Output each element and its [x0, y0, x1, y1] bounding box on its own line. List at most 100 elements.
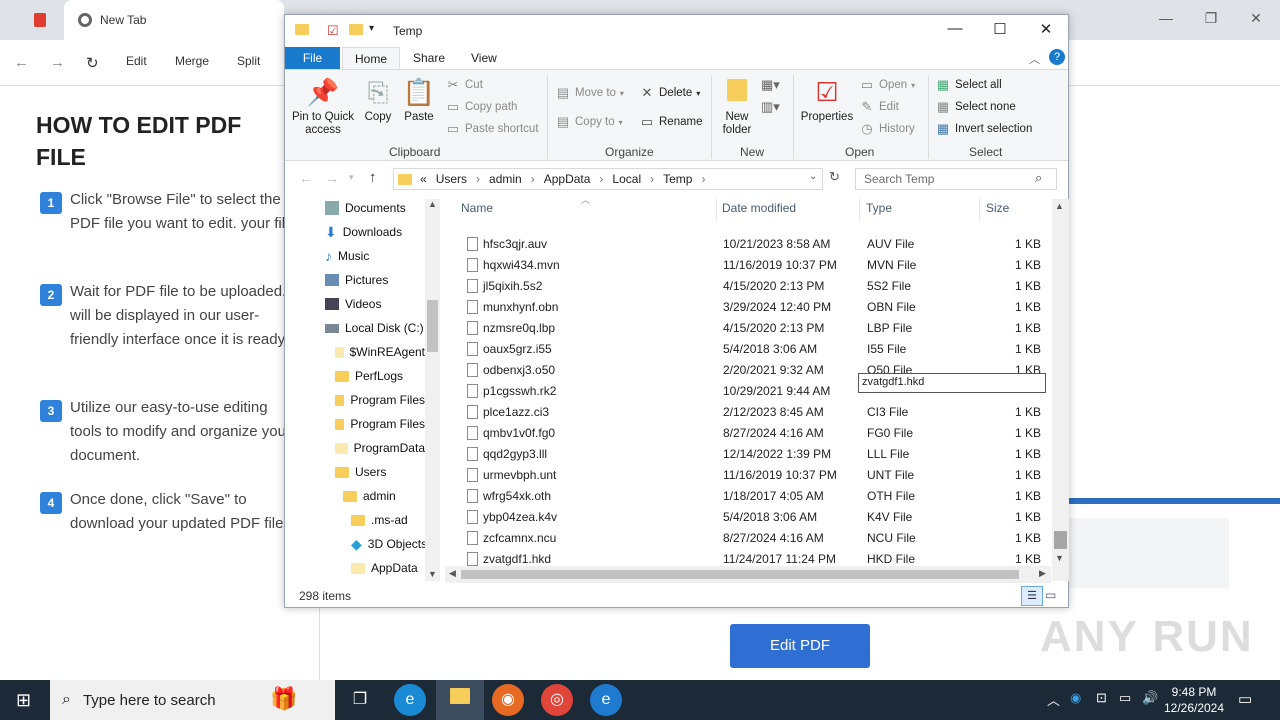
nav-item-local-disk[interactable]: Local Disk (C:)	[325, 317, 424, 339]
breadcrumb-temp[interactable]: Temp	[663, 172, 692, 186]
edit-menu[interactable]: Edit	[126, 54, 147, 68]
tab-share[interactable]: Share	[401, 47, 457, 69]
customize-qa-icon[interactable]: ▾	[369, 23, 374, 34]
firefox-icon[interactable]: ◉	[492, 684, 524, 716]
scroll-up-icon[interactable]: ▲	[1055, 201, 1064, 211]
file-row[interactable]: jl5qixih.5s2 4/15/2020 2:13 PM 5S2 File 1 K…	[461, 275, 1053, 296]
scroll-up-icon[interactable]: ▲	[428, 199, 437, 209]
select-none-button[interactable]: ▦ Select none	[935, 99, 1016, 115]
reload-icon[interactable]: ↻	[86, 54, 99, 72]
file-row[interactable]: qmbv1v0f.fg0 8/27/2024 4:16 AM FG0 File 1 K…	[461, 422, 1053, 443]
back-icon[interactable]: ←	[299, 170, 313, 186]
network-icon[interactable]: ⊡	[1096, 690, 1107, 706]
edit-button[interactable]: ✎ Edit	[859, 99, 899, 115]
scroll-right-icon[interactable]: ▶	[1039, 568, 1046, 579]
file-list-scrollbar-thumb[interactable]	[1054, 531, 1067, 549]
maximize-icon[interactable]: ☐	[980, 20, 1020, 42]
tab-new-tab[interactable]: New Tab	[64, 0, 284, 40]
new-folder-button[interactable]: New folder	[717, 77, 757, 137]
back-icon[interactable]: ←	[14, 54, 29, 71]
up-icon[interactable]: ↑	[369, 169, 377, 186]
select-all-button[interactable]: ▦ Select all	[935, 77, 1002, 93]
details-view-icon[interactable]: ☰	[1021, 586, 1043, 606]
help-icon[interactable]: ?	[1049, 49, 1065, 65]
file-row[interactable]: ybp04zea.k4v 5/4/2018 3:06 AM K4V File 1 KB	[461, 506, 1053, 527]
file-row[interactable]: nzmsre0q.lbp 4/15/2020 2:13 PM LBP File 1 K…	[461, 317, 1053, 338]
notifications-icon[interactable]: ▭	[1238, 690, 1252, 708]
close-icon[interactable]: ✕	[1242, 10, 1270, 30]
breadcrumb-local[interactable]: Local	[612, 172, 641, 186]
nav-item-programdata[interactable]: ProgramData	[335, 437, 425, 459]
merge-menu[interactable]: Merge	[175, 54, 209, 68]
nav-item-program-files[interactable]: Program Files	[335, 389, 425, 411]
windows-start-icon[interactable]: ⊞	[16, 690, 31, 711]
file-explorer-taskbar-icon[interactable]	[436, 680, 484, 720]
copy-path-button[interactable]: ▭ Copy path	[445, 99, 518, 115]
large-icons-view-icon[interactable]: ▭	[1045, 588, 1056, 602]
open-button[interactable]: ▭ Open ▾	[859, 77, 915, 93]
nav-item-downloads[interactable]: ⬇ Downloads	[325, 221, 402, 243]
nav-item-music[interactable]: ♪ Music	[325, 245, 369, 267]
file-row[interactable]: qqd2gyp3.lll 12/14/2022 1:39 PM LLL File 1 …	[461, 443, 1053, 464]
nav-item-appdata[interactable]: AppData	[351, 557, 425, 579]
split-menu[interactable]: Split	[237, 54, 260, 68]
breadcrumb-overflow[interactable]: «	[420, 172, 427, 186]
file-list-scrollbar[interactable]	[1052, 199, 1069, 581]
file-row[interactable]: oaux5grz.i55 5/4/2018 3:06 AM I55 File 1 KB	[461, 338, 1053, 359]
nav-item-winreagent[interactable]: $WinREAgent	[335, 341, 425, 363]
nav-item-3d-objects[interactable]: ◆ 3D Objects	[351, 533, 425, 555]
cut-button[interactable]: ✂ Cut	[445, 77, 483, 93]
nav-item-admin[interactable]: admin	[343, 485, 425, 507]
tab-file[interactable]: File	[285, 47, 340, 69]
column-date-modified[interactable]: Date modified	[722, 201, 796, 215]
file-row[interactable]: urmevbph.unt 11/16/2019 10:37 PM UNT File 1…	[461, 464, 1053, 485]
nav-item-documents[interactable]: Documents	[325, 197, 406, 219]
nav-item-videos[interactable]: Videos	[325, 293, 381, 315]
volume-icon[interactable]: 🔊	[1142, 690, 1158, 706]
copy-button[interactable]: ⎘ Copy	[361, 77, 395, 124]
easy-access-icon[interactable]: ▥▾	[761, 99, 780, 115]
collapse-ribbon-icon[interactable]: ︿	[1029, 51, 1040, 67]
scroll-left-icon[interactable]: ◀	[449, 568, 456, 579]
edge-dev-icon[interactable]: e	[590, 684, 622, 716]
properties-qa-icon[interactable]: ☑	[327, 23, 339, 39]
breadcrumb-users[interactable]: Users	[436, 172, 467, 186]
pin-quick-access-button[interactable]: 📌 Pin to Quick access	[291, 77, 355, 137]
column-size[interactable]: Size	[986, 201, 1009, 215]
restore-icon[interactable]: ❐	[1197, 10, 1225, 30]
nav-scrollbar[interactable]	[425, 199, 440, 581]
chrome-taskbar-icon[interactable]: ◎	[541, 684, 573, 716]
file-row[interactable]: wfrg54xk.oth 1/18/2017 4:05 AM OTH File 1 K…	[461, 485, 1053, 506]
close-icon[interactable]: ✕	[1026, 20, 1066, 42]
horizontal-scrollbar-thumb[interactable]	[461, 570, 1019, 579]
file-row[interactable]: plce1azz.ci3 2/12/2023 8:45 AM CI3 File 1 K…	[461, 401, 1053, 422]
tab-view[interactable]: View	[459, 47, 509, 69]
minimize-icon[interactable]: —	[1152, 10, 1180, 30]
nav-item-program-files-x86[interactable]: Program Files	[335, 413, 425, 435]
taskbar-clock[interactable]: 9:48 PM 12/26/2024	[1160, 684, 1228, 716]
history-button[interactable]: ◷ History	[859, 121, 914, 137]
properties-button[interactable]: ☑ Properties	[799, 77, 855, 124]
address-bar[interactable]: « Users › admin › AppData › Local › Temp ›	[393, 168, 823, 190]
rename-button[interactable]: ▭ Rename	[639, 114, 703, 130]
paste-button[interactable]: 📋 Paste	[401, 77, 437, 124]
delete-button[interactable]: ✕ Delete ▾	[639, 85, 701, 101]
file-row[interactable]: hqxwi434.mvn 11/16/2019 10:37 PM MVN File 1…	[461, 254, 1053, 275]
nav-item-users[interactable]: Users	[335, 461, 425, 483]
search-input[interactable]: Search Temp	[855, 168, 1057, 190]
new-item-icon[interactable]: ▦▾	[761, 77, 780, 93]
copy-to-button[interactable]: ▤ Copy to ▾	[555, 114, 623, 130]
nav-scrollbar-thumb[interactable]	[427, 300, 438, 352]
edge-tray-icon[interactable]: ◉	[1070, 690, 1081, 706]
tray-expand-icon[interactable]: ︿	[1047, 690, 1060, 709]
nav-item-perflogs[interactable]: PerfLogs	[335, 365, 425, 387]
minimize-icon[interactable]: —	[935, 20, 975, 42]
task-view-icon[interactable]: ❐	[344, 684, 376, 716]
file-row[interactable]: zcfcamnx.ncu 8/27/2024 4:16 AM NCU File 1 K…	[461, 527, 1053, 548]
tab-home[interactable]: Home	[342, 47, 401, 69]
address-dropdown-icon[interactable]: ⌄	[809, 171, 817, 182]
scroll-down-icon[interactable]: ▼	[428, 569, 437, 579]
refresh-icon[interactable]: ↻	[829, 169, 840, 185]
column-name[interactable]: Name	[461, 201, 493, 215]
wifi-icon[interactable]: ▭	[1119, 690, 1131, 706]
